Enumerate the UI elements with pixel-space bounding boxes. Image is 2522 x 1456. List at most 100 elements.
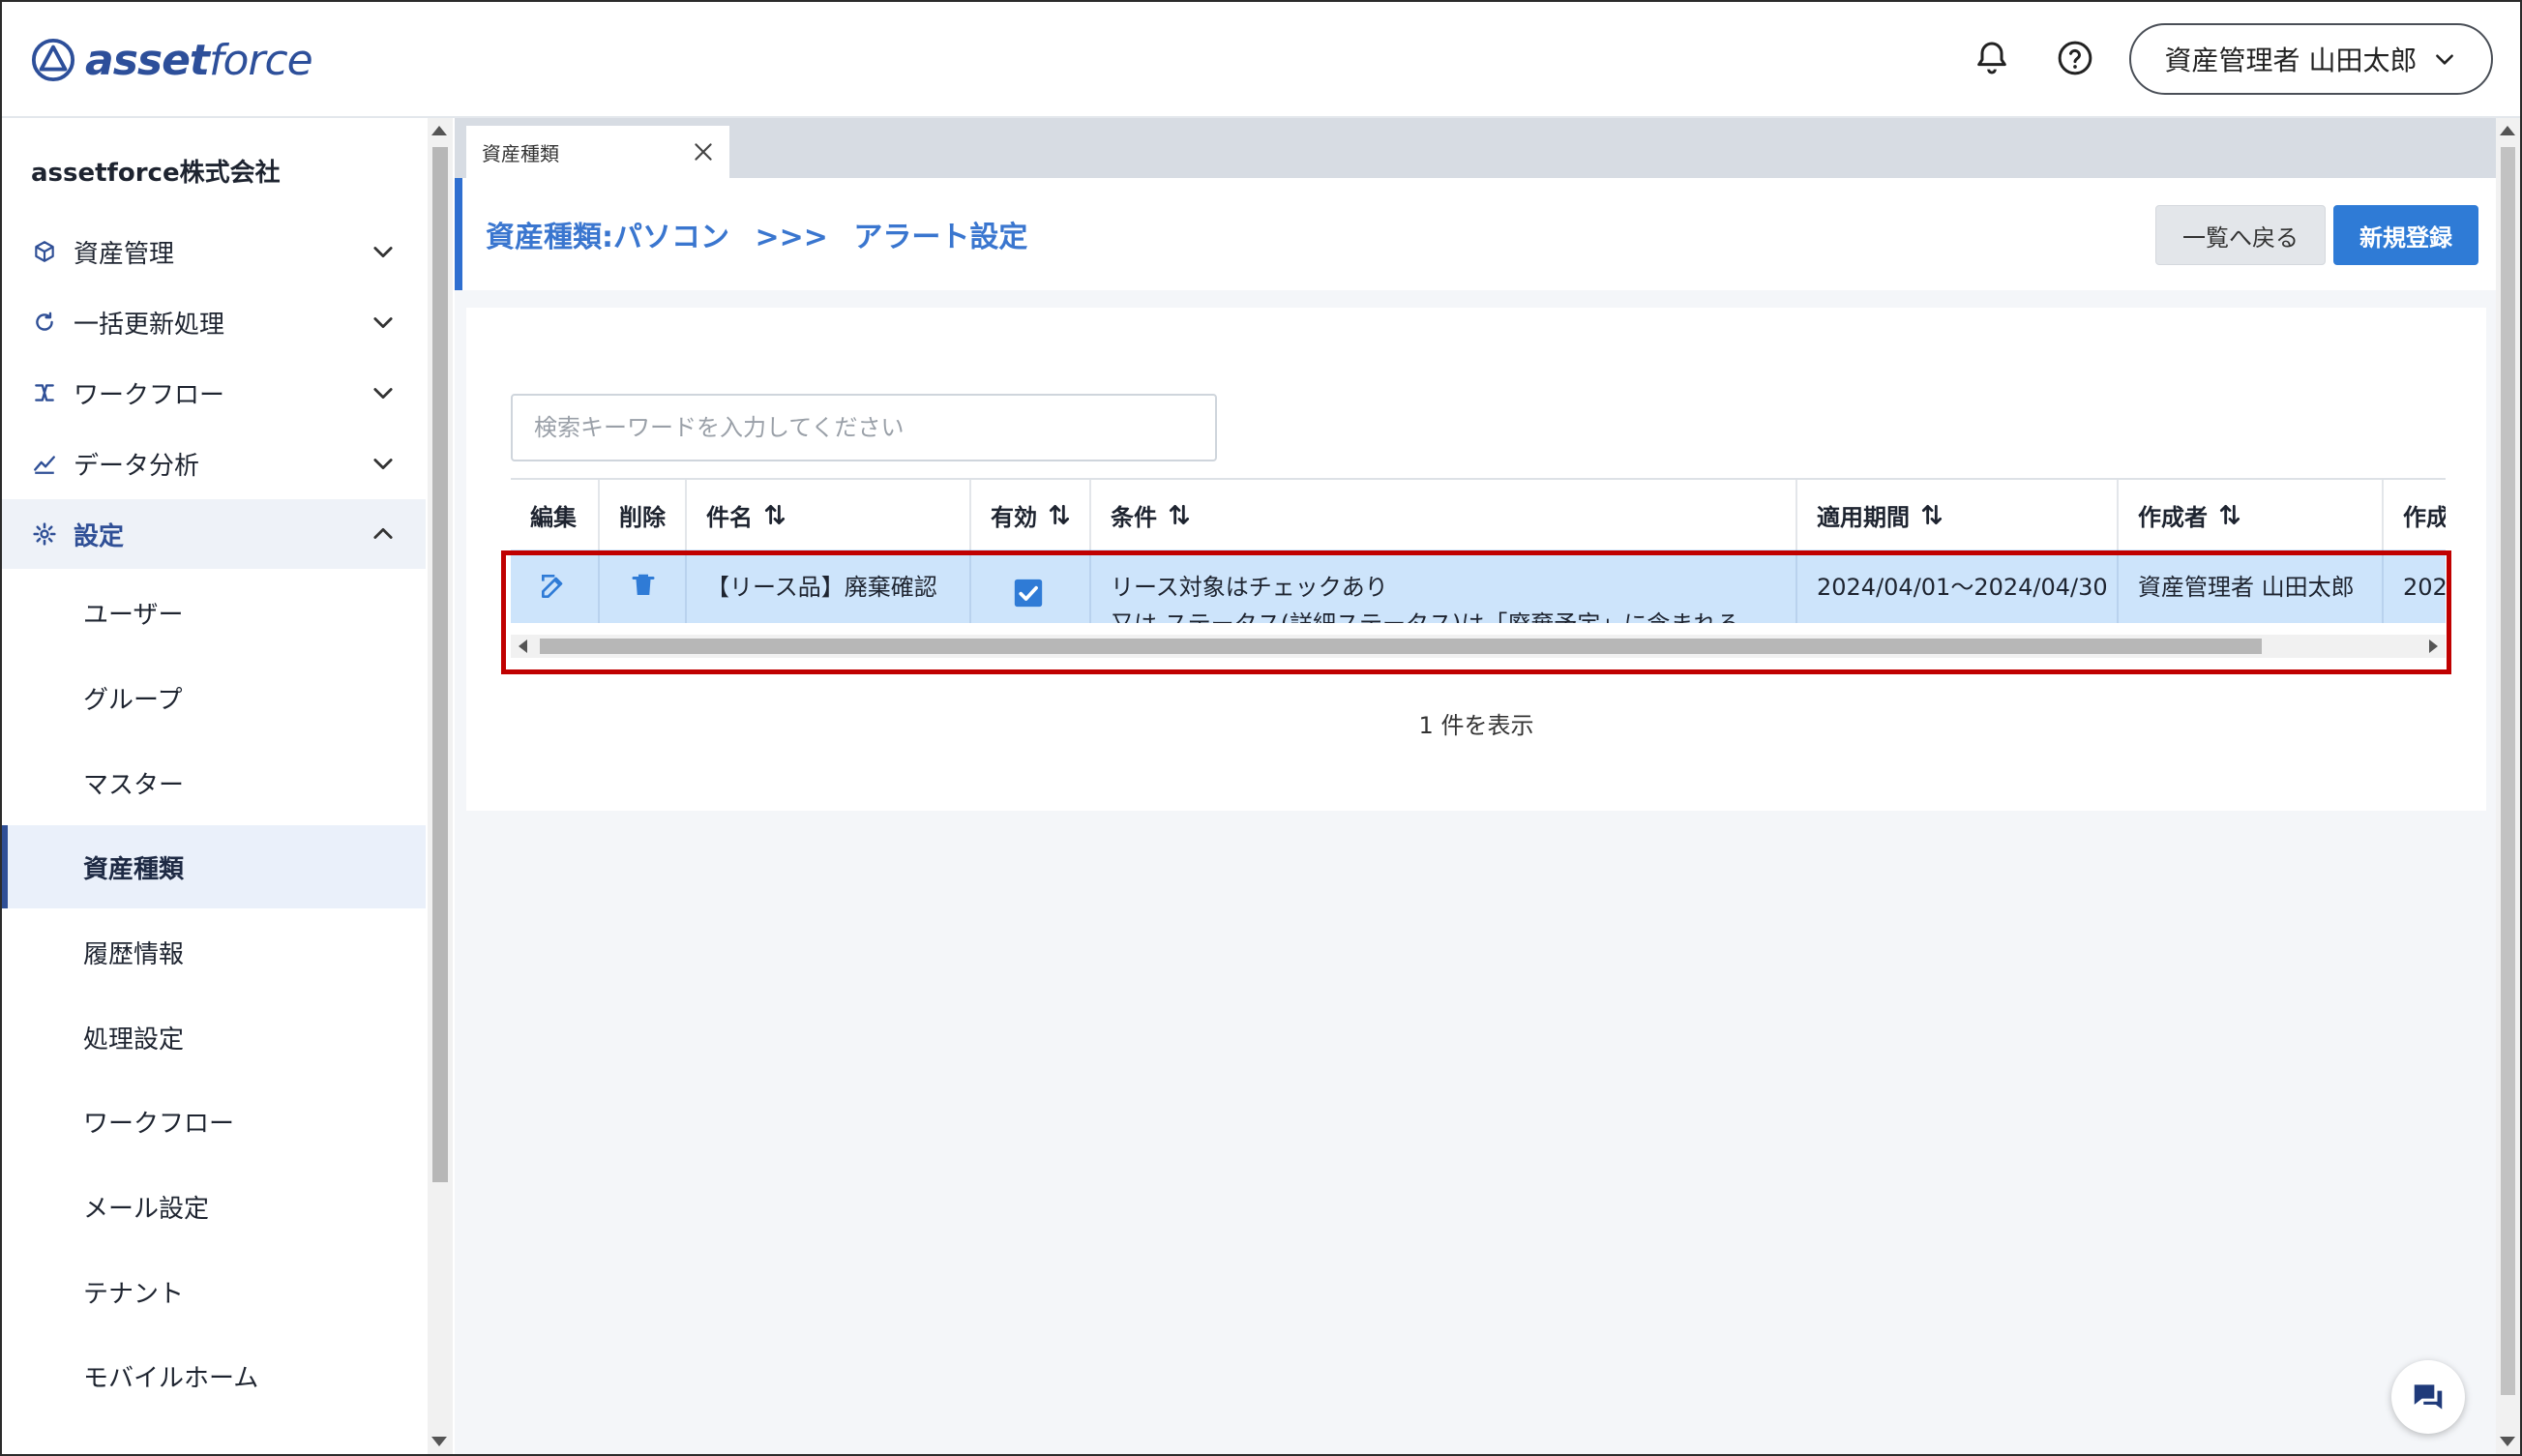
scrollbar-thumb[interactable] — [2501, 147, 2515, 1395]
breadcrumb-asset-type[interactable]: 資産種類:パソコン — [486, 221, 729, 254]
scroll-up-arrow[interactable] — [431, 126, 447, 135]
table-horizontal-scrollbar[interactable] — [511, 635, 2446, 658]
tab-label: 資産種類 — [482, 141, 559, 165]
sidebar-sub-label: 履歴情報 — [83, 939, 185, 969]
sidebar-sub-label: 資産種類 — [83, 854, 185, 884]
sidebar-item-data-analysis[interactable]: データ分析 — [2, 429, 426, 498]
sidebar-sub-label: グループ — [83, 685, 183, 715]
user-menu-button[interactable]: 資産管理者 山田太郎 — [2129, 23, 2493, 95]
refresh-icon — [31, 309, 58, 336]
sidebar-item-label: 設定 — [74, 521, 125, 551]
list-card: 編集 削除 件名 有効 条件 適用期間 作成者 作成 — [466, 308, 2486, 811]
chat-button[interactable] — [2391, 1360, 2465, 1434]
sidebar-sub-item-mobile-home[interactable]: モバイルホーム — [2, 1334, 426, 1417]
sidebar-item-label: 一括更新処理 — [74, 310, 225, 340]
scroll-left-arrow[interactable] — [519, 639, 527, 653]
sort-icon[interactable] — [1919, 502, 1944, 527]
company-name: assetforce株式会社 — [31, 159, 281, 188]
period-cell: 2024/04/01～2024/04/30 — [1795, 550, 2117, 623]
column-header-creator[interactable]: 作成者 — [2117, 480, 2382, 550]
chevron-up-icon — [373, 527, 393, 539]
sidebar-item-bulk-update[interactable]: 一括更新処理 — [2, 287, 426, 357]
column-header-period[interactable]: 適用期間 — [1795, 480, 2117, 550]
sidebar-sub-item-users[interactable]: ユーザー — [2, 571, 426, 654]
logo[interactable]: assetforce — [31, 31, 313, 89]
creator-cell: 資産管理者 山田太郎 — [2117, 550, 2382, 623]
result-count: 1 件を表示 — [1418, 712, 1534, 739]
column-header-edit: 編集 — [530, 503, 577, 531]
sort-icon[interactable] — [1047, 502, 1072, 527]
sidebar-item-workflow[interactable]: ワークフロー — [2, 358, 426, 428]
close-icon[interactable] — [691, 139, 716, 164]
tab-bar: 資産種類 — [455, 118, 2496, 178]
scroll-right-arrow[interactable] — [2429, 639, 2438, 653]
checkbox-checked-icon[interactable] — [1012, 577, 1045, 609]
sort-icon[interactable] — [1167, 502, 1192, 527]
chevron-down-icon — [373, 247, 393, 258]
sidebar-sub-item-tenant[interactable]: テナント — [2, 1250, 426, 1333]
search-input[interactable] — [511, 394, 1217, 461]
enabled-cell — [969, 550, 1089, 623]
delete-cell — [598, 550, 685, 623]
back-to-list-button[interactable]: 一覧へ戻る — [2155, 205, 2326, 265]
sort-icon[interactable] — [2217, 502, 2242, 527]
chevron-down-icon — [373, 388, 393, 400]
condition-line-1: リース対象はチェックあり — [1111, 574, 1388, 601]
sidebar-item-label: ワークフロー — [74, 380, 225, 410]
sidebar-item-settings[interactable]: 設定 — [2, 499, 426, 569]
bell-icon[interactable] — [1965, 31, 2019, 85]
sidebar-sub-label: ワークフロー — [83, 1109, 235, 1139]
breadcrumb: 資産種類:パソコン >>> アラート設定 — [486, 213, 1043, 255]
condition-cell: リース対象はチェックあり 又は ステータス(詳細ステータス)は「廃棄予定」に含ま… — [1089, 550, 1795, 623]
sidebar-sub-label: テナント — [83, 1279, 185, 1309]
sidebar-sub-label: 処理設定 — [83, 1025, 185, 1055]
sidebar-sub-item-process-settings[interactable]: 処理設定 — [2, 995, 426, 1079]
trash-icon[interactable] — [629, 571, 658, 600]
sidebar-scrollbar[interactable] — [428, 118, 453, 1454]
new-register-button[interactable]: 新規登録 — [2333, 205, 2478, 265]
subject-cell: 【リース品】廃棄確認 — [685, 550, 969, 623]
sidebar-sub-label: ユーザー — [83, 600, 184, 630]
column-header-condition[interactable]: 条件 — [1089, 480, 1795, 550]
breadcrumb-separator: >>> — [755, 221, 828, 254]
chat-icon — [2414, 1384, 2443, 1410]
sidebar-item-label: データ分析 — [74, 451, 200, 481]
scroll-down-arrow[interactable] — [2500, 1437, 2515, 1446]
sidebar-sub-item-workflow[interactable]: ワークフロー — [2, 1080, 426, 1163]
scroll-up-arrow[interactable] — [2500, 126, 2515, 135]
scroll-down-arrow[interactable] — [431, 1437, 447, 1446]
tab-asset-types[interactable]: 資産種類 — [466, 126, 729, 178]
sidebar-sub-item-master[interactable]: マスター — [2, 741, 426, 824]
column-header-delete: 削除 — [598, 480, 685, 550]
gear-icon — [31, 520, 58, 548]
sidebar-sub-item-groups[interactable]: グループ — [2, 656, 426, 739]
column-header-created[interactable]: 作成 — [2382, 480, 2446, 550]
alert-table: 編集 削除 件名 有効 条件 適用期間 作成者 作成 【リース品】廃棄確認 リー… — [511, 478, 2446, 623]
scrollbar-thumb[interactable] — [540, 639, 2262, 654]
sidebar-item-asset-management[interactable]: 資産管理 — [2, 217, 426, 286]
chevron-down-icon — [2436, 54, 2454, 65]
breadcrumb-current: アラート設定 — [853, 221, 1028, 254]
scrollbar-thumb[interactable] — [432, 147, 448, 1182]
chevron-down-icon — [373, 459, 393, 470]
logo-text: assetforce — [85, 35, 313, 85]
top-header: assetforce 資産管理者 山田太郎 — [2, 2, 2520, 118]
table-row[interactable]: 【リース品】廃棄確認 リース対象はチェックあり 又は ステータス(詳細ステータス… — [511, 550, 2446, 623]
chart-icon — [31, 450, 58, 477]
app-window: assetforce 資産管理者 山田太郎 assetforce株式会社 資産管… — [0, 0, 2522, 1456]
column-header-subject[interactable]: 件名 — [685, 480, 969, 550]
main-scrollbar[interactable] — [2496, 118, 2520, 1454]
logo-icon — [31, 38, 75, 82]
sidebar-sub-label: モバイルホーム — [83, 1363, 259, 1393]
sidebar-sub-label: メール設定 — [83, 1194, 210, 1224]
table-header: 編集 削除 件名 有効 条件 適用期間 作成者 作成 — [511, 478, 2446, 551]
sidebar-sub-item-history[interactable]: 履歴情報 — [2, 910, 426, 994]
cube-icon — [31, 238, 58, 265]
column-header-enabled[interactable]: 有効 — [969, 480, 1089, 550]
help-icon[interactable] — [2048, 31, 2102, 85]
sidebar-sub-item-mail-settings[interactable]: メール設定 — [2, 1165, 426, 1248]
sort-icon[interactable] — [762, 502, 787, 527]
sidebar-sub-item-asset-types[interactable]: 資産種類 — [2, 825, 426, 908]
main-content: 資産種類 資産種類:パソコン >>> アラート設定 一覧へ戻る 新規登録 編集 … — [455, 118, 2496, 1454]
edit-icon[interactable] — [538, 571, 569, 602]
